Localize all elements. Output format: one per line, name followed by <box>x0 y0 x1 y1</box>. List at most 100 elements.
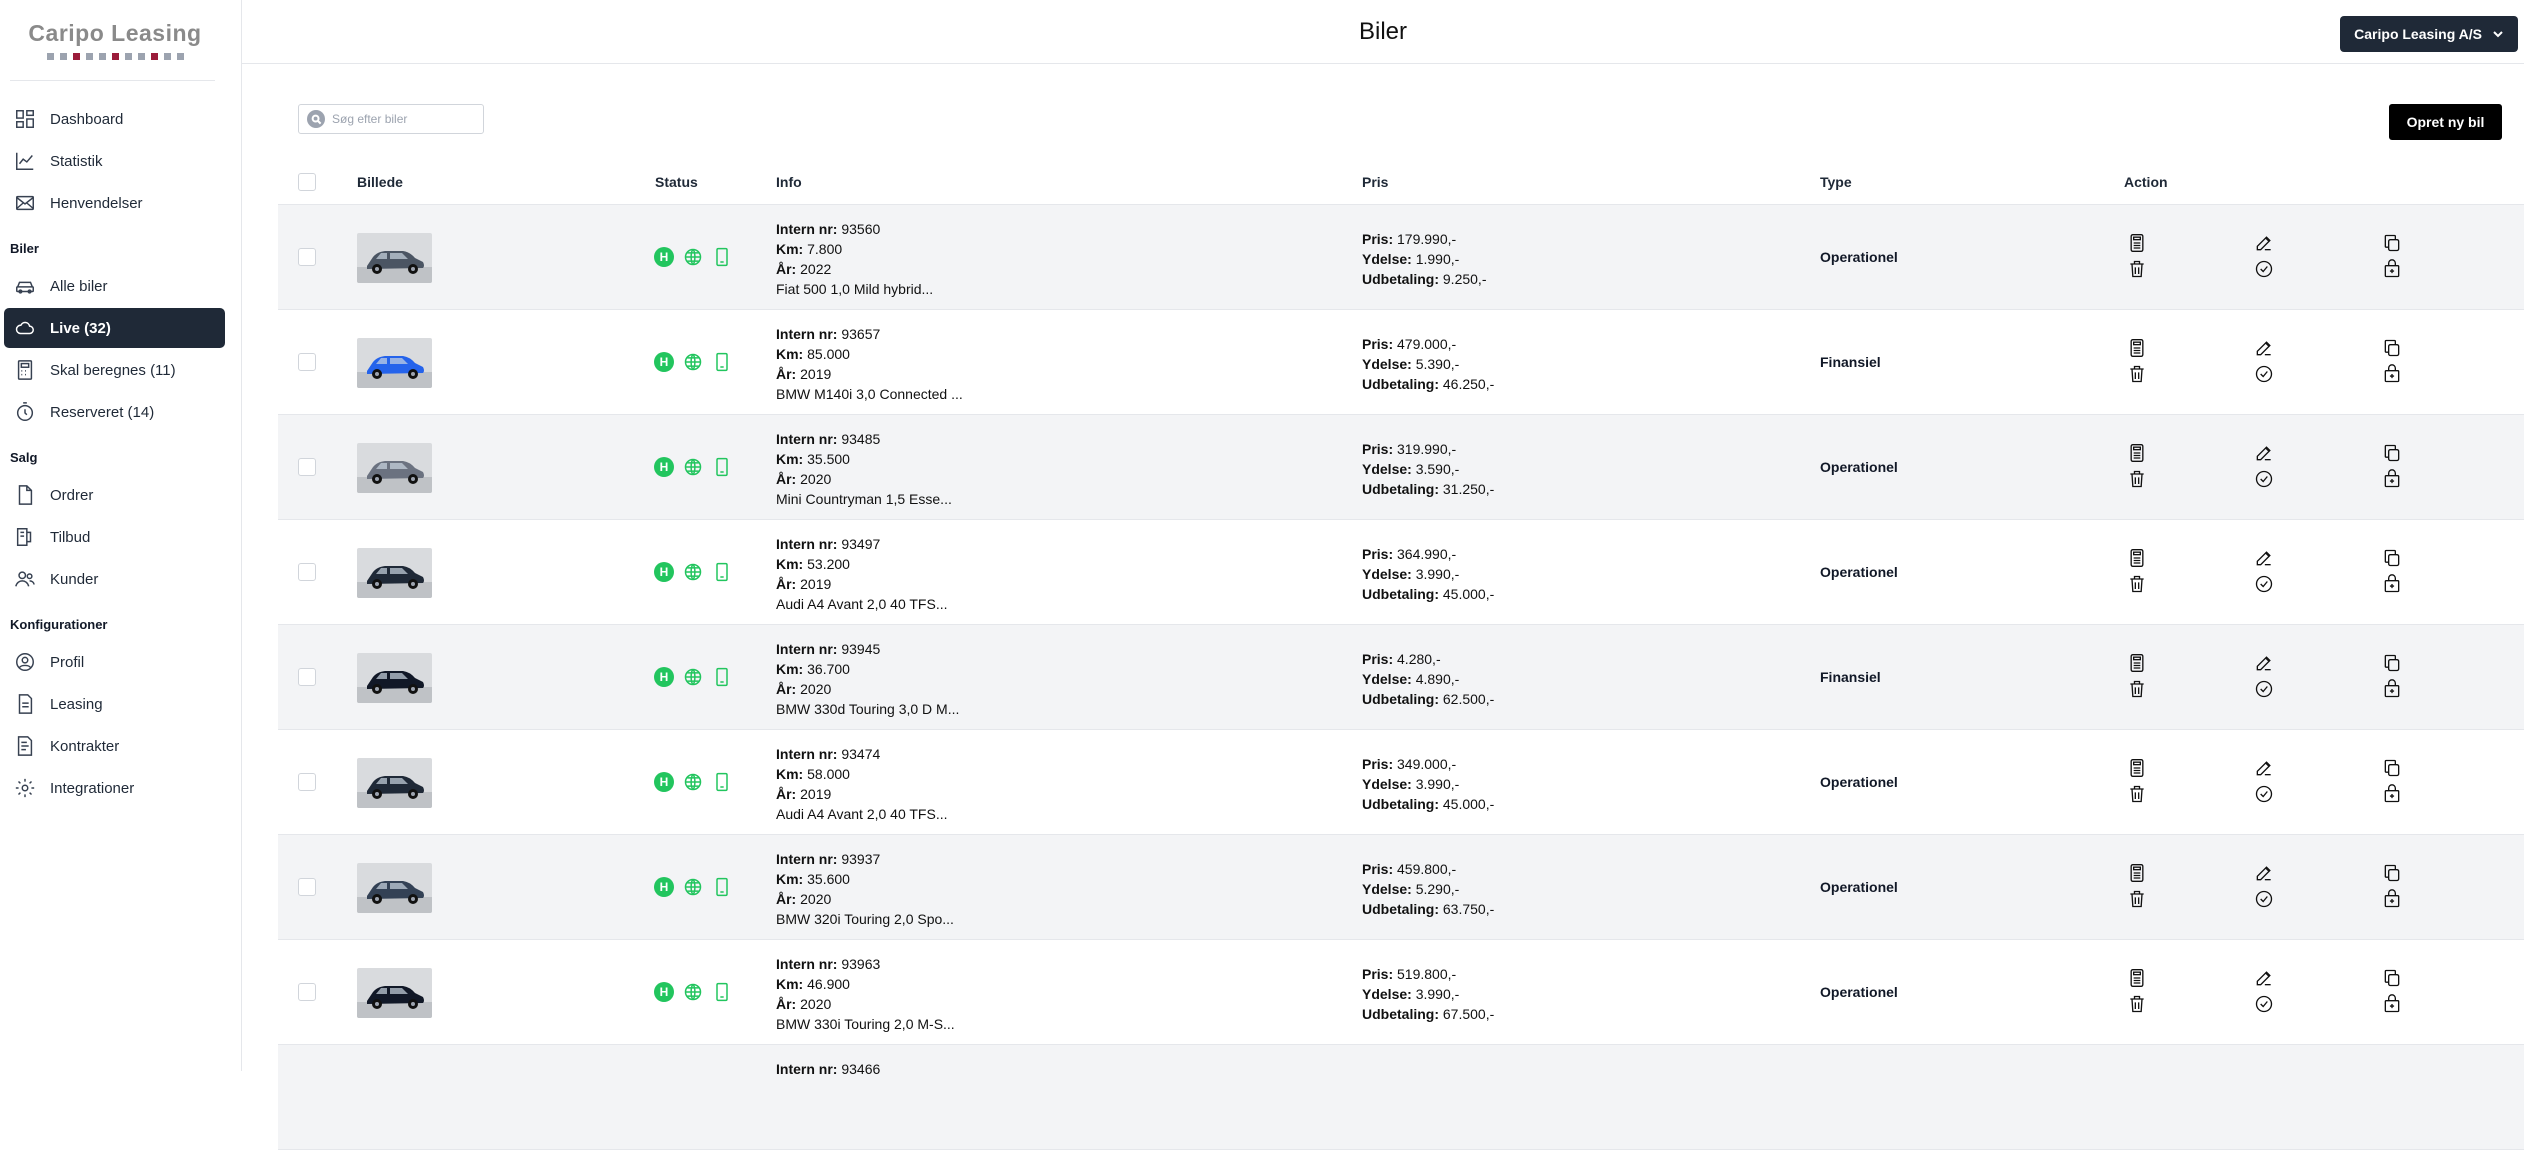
car-image[interactable] <box>357 968 432 1018</box>
reserve-button[interactable] <box>2382 889 2402 909</box>
sidebar-item-dashboard[interactable]: Dashboard <box>4 99 237 139</box>
car-image[interactable] <box>357 443 432 493</box>
calculate-button[interactable] <box>2127 233 2147 253</box>
car-image[interactable] <box>357 548 432 598</box>
status-h-badge[interactable]: H <box>654 247 674 267</box>
approve-button[interactable] <box>2254 889 2274 909</box>
mobile-icon[interactable] <box>712 352 732 372</box>
car-image[interactable] <box>357 758 432 808</box>
reserve-button[interactable] <box>2382 364 2402 384</box>
edit-button[interactable] <box>2254 863 2274 883</box>
approve-button[interactable] <box>2254 679 2274 699</box>
sidebar-item-profil[interactable]: Profil <box>4 642 237 682</box>
delete-button[interactable] <box>2127 364 2147 384</box>
reserve-button[interactable] <box>2382 994 2402 1014</box>
edit-button[interactable] <box>2254 758 2274 778</box>
status-h-badge[interactable]: H <box>654 562 674 582</box>
table-row[interactable]: H Intern nr: 93937 Km: 35.600 År: 2020 BMW 3… <box>278 835 2524 940</box>
reserve-button[interactable] <box>2382 784 2402 804</box>
row-checkbox[interactable] <box>298 248 316 266</box>
search-box[interactable] <box>298 104 484 134</box>
company-select-button[interactable]: Caripo Leasing A/S <box>2340 16 2518 52</box>
mobile-icon[interactable] <box>712 772 732 792</box>
sidebar-item-tilbud[interactable]: Tilbud <box>4 517 237 557</box>
sidebar-item-kunder[interactable]: Kunder <box>4 559 237 599</box>
edit-button[interactable] <box>2254 548 2274 568</box>
edit-button[interactable] <box>2254 653 2274 673</box>
reserve-button[interactable] <box>2382 259 2402 279</box>
row-checkbox[interactable] <box>298 353 316 371</box>
mobile-icon[interactable] <box>712 667 732 687</box>
row-checkbox[interactable] <box>298 668 316 686</box>
approve-button[interactable] <box>2254 574 2274 594</box>
copy-button[interactable] <box>2382 548 2402 568</box>
globe-icon[interactable] <box>683 352 703 372</box>
copy-button[interactable] <box>2382 758 2402 778</box>
table-row[interactable]: H Intern nr: 93560 Km: 7.800 År: 2022 Fiat 5… <box>278 205 2524 310</box>
table-row[interactable]: H Intern nr: 93657 Km: 85.000 År: 2019 BMW M… <box>278 310 2524 415</box>
copy-button[interactable] <box>2382 863 2402 883</box>
row-checkbox[interactable] <box>298 458 316 476</box>
approve-button[interactable] <box>2254 469 2274 489</box>
mobile-icon[interactable] <box>712 247 732 267</box>
row-checkbox[interactable] <box>298 983 316 1001</box>
approve-button[interactable] <box>2254 364 2274 384</box>
sidebar-item-leasing[interactable]: Leasing <box>4 684 237 724</box>
delete-button[interactable] <box>2127 784 2147 804</box>
logo[interactable]: Caripo Leasing <box>0 0 230 60</box>
car-image[interactable] <box>357 863 432 913</box>
calculate-button[interactable] <box>2127 968 2147 988</box>
table-row[interactable]: Intern nr: 93466 <box>278 1045 2524 1150</box>
select-all-checkbox[interactable] <box>298 173 316 191</box>
row-checkbox[interactable] <box>298 563 316 581</box>
table-row[interactable]: H Intern nr: 93963 Km: 46.900 År: 2020 BMW 3… <box>278 940 2524 1045</box>
create-car-button[interactable]: Opret ny bil <box>2389 104 2502 140</box>
mobile-icon[interactable] <box>712 562 732 582</box>
row-checkbox[interactable] <box>298 878 316 896</box>
reserve-button[interactable] <box>2382 469 2402 489</box>
delete-button[interactable] <box>2127 994 2147 1014</box>
globe-icon[interactable] <box>683 457 703 477</box>
table-row[interactable]: H Intern nr: 93497 Km: 53.200 År: 2019 Audi … <box>278 520 2524 625</box>
car-image[interactable] <box>357 233 432 283</box>
status-h-badge[interactable]: H <box>654 667 674 687</box>
copy-button[interactable] <box>2382 338 2402 358</box>
delete-button[interactable] <box>2127 574 2147 594</box>
edit-button[interactable] <box>2254 233 2274 253</box>
approve-button[interactable] <box>2254 784 2274 804</box>
mobile-icon[interactable] <box>712 982 732 1002</box>
calculate-button[interactable] <box>2127 758 2147 778</box>
globe-icon[interactable] <box>683 247 703 267</box>
globe-icon[interactable] <box>683 877 703 897</box>
edit-button[interactable] <box>2254 338 2274 358</box>
reserve-button[interactable] <box>2382 574 2402 594</box>
search-input[interactable] <box>332 112 472 126</box>
mobile-icon[interactable] <box>712 877 732 897</box>
sidebar-item-alle[interactable]: Alle biler <box>4 266 237 306</box>
row-checkbox[interactable] <box>298 773 316 791</box>
car-image[interactable] <box>357 338 432 388</box>
delete-button[interactable] <box>2127 259 2147 279</box>
copy-button[interactable] <box>2382 233 2402 253</box>
car-image[interactable] <box>357 653 432 703</box>
globe-icon[interactable] <box>683 562 703 582</box>
sidebar-item-integrationer[interactable]: Integrationer <box>4 768 237 808</box>
approve-button[interactable] <box>2254 994 2274 1014</box>
status-h-badge[interactable]: H <box>654 877 674 897</box>
copy-button[interactable] <box>2382 653 2402 673</box>
calculate-button[interactable] <box>2127 863 2147 883</box>
table-row[interactable]: H Intern nr: 93474 Km: 58.000 År: 2019 Audi … <box>278 730 2524 835</box>
reserve-button[interactable] <box>2382 679 2402 699</box>
status-h-badge[interactable]: H <box>654 772 674 792</box>
calculate-button[interactable] <box>2127 443 2147 463</box>
mobile-icon[interactable] <box>712 457 732 477</box>
delete-button[interactable] <box>2127 889 2147 909</box>
table-row[interactable]: H Intern nr: 93485 Km: 35.500 År: 2020 Mini … <box>278 415 2524 520</box>
status-h-badge[interactable]: H <box>654 982 674 1002</box>
sidebar-item-statistik[interactable]: Statistik <box>4 141 237 181</box>
sidebar-item-live[interactable]: Live (32) <box>4 308 225 348</box>
globe-icon[interactable] <box>683 772 703 792</box>
sidebar-item-henvendelser[interactable]: Henvendelser <box>4 183 237 223</box>
delete-button[interactable] <box>2127 469 2147 489</box>
delete-button[interactable] <box>2127 679 2147 699</box>
